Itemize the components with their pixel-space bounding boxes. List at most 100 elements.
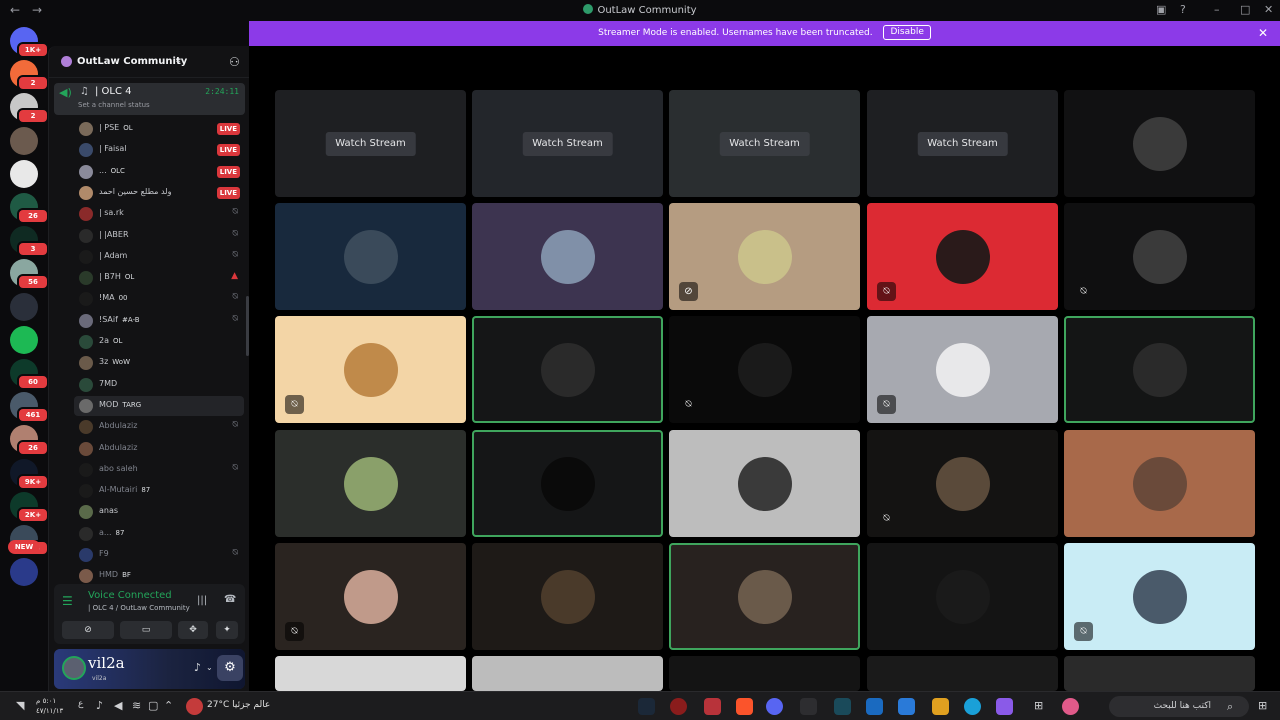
voice-member-row[interactable]: !MA 00 ⍉: [74, 289, 244, 309]
member-avatar[interactable]: [79, 122, 93, 136]
add-member-icon[interactable]: ⚇: [229, 55, 240, 69]
weather-icon[interactable]: [186, 698, 203, 715]
participant-tile[interactable]: ⍉: [867, 203, 1058, 310]
member-name[interactable]: ولد مطلع حسين احمد: [99, 187, 171, 196]
stream-tile[interactable]: Watch Stream: [472, 90, 663, 197]
participant-tile[interactable]: ⍉: [275, 543, 466, 650]
banner-close-icon[interactable]: ✕: [1258, 21, 1268, 46]
member-name[interactable]: Abdulaziz: [99, 421, 137, 430]
participant-tile[interactable]: [472, 430, 663, 537]
member-avatar[interactable]: [79, 356, 93, 371]
server-header[interactable]: OutLaw Community ⌄ ⚇: [49, 46, 250, 78]
participant-tile[interactable]: [275, 203, 466, 310]
chevron-down-icon[interactable]: ⌄: [174, 55, 182, 66]
participant-tile[interactable]: [669, 656, 860, 691]
signal-icon[interactable]: ☰: [62, 594, 73, 608]
app-icon-4[interactable]: [834, 698, 851, 715]
voice-member-row[interactable]: 7MD: [74, 375, 244, 395]
participant-tile[interactable]: ⍉: [669, 316, 860, 423]
member-name[interactable]: 7MD: [99, 379, 117, 388]
member-name[interactable]: | sa.rk: [99, 208, 124, 217]
user-name[interactable]: vil2a: [88, 654, 125, 672]
member-name[interactable]: | PSE OL: [99, 123, 133, 132]
voice-member-row[interactable]: anas: [74, 502, 244, 522]
voice-member-row[interactable]: a... 87: [74, 524, 244, 544]
member-name[interactable]: | |ABER: [99, 230, 129, 239]
server-icon[interactable]: [10, 292, 38, 321]
activities-button[interactable]: ✥: [178, 621, 208, 639]
voice-member-row[interactable]: 2a OL: [74, 332, 244, 352]
voice-channel-row[interactable]: ◀) ♫ | OLC 4 2:24:11 Set a channel statu…: [54, 83, 245, 115]
watch-stream-button[interactable]: Watch Stream: [917, 132, 1008, 156]
member-name[interactable]: !MA 00: [99, 293, 128, 302]
member-name[interactable]: abo saleh: [99, 464, 138, 473]
member-name[interactable]: F9: [99, 549, 109, 558]
participant-tile[interactable]: [1064, 90, 1255, 197]
participant-tile[interactable]: [867, 543, 1058, 650]
member-name[interactable]: 2a OL: [99, 336, 122, 345]
server-icon[interactable]: [10, 325, 38, 354]
wifi-tray-icon[interactable]: ≋: [132, 699, 141, 712]
stream-tile[interactable]: Watch Stream: [669, 90, 860, 197]
member-name[interactable]: anas: [99, 506, 118, 515]
voice-connected-label[interactable]: Voice Connected: [88, 590, 172, 601]
voice-member-row[interactable]: Abdulaziz: [74, 439, 244, 459]
member-avatar[interactable]: [79, 207, 93, 222]
explorer-app-icon[interactable]: [932, 698, 949, 715]
settings-gear-icon[interactable]: ⚙: [217, 655, 243, 681]
member-name[interactable]: 3z WoW: [99, 357, 130, 366]
voice-channel-name[interactable]: | OLC 4: [95, 86, 132, 97]
edge-app-icon[interactable]: [964, 698, 981, 715]
mic-chevron-icon[interactable]: ⌄: [206, 663, 213, 672]
screen-share-button[interactable]: ▭: [120, 621, 172, 639]
member-name[interactable]: HMD BF: [99, 570, 131, 579]
start-button[interactable]: ⊞: [1258, 699, 1267, 712]
participant-tile[interactable]: [669, 543, 860, 650]
participant-tile[interactable]: [275, 656, 466, 691]
member-name[interactable]: | Faisal: [99, 144, 127, 153]
participant-tile[interactable]: ⍉: [1064, 203, 1255, 310]
member-avatar[interactable]: [79, 271, 93, 286]
participant-tile[interactable]: [472, 316, 663, 423]
weather-text[interactable]: 27°C عالم جزئيا: [207, 700, 270, 710]
display-tray-icon[interactable]: ▢: [148, 699, 158, 712]
voice-member-row[interactable]: 3z WoW: [74, 353, 244, 373]
member-avatar[interactable]: [79, 548, 93, 562]
voice-member-row[interactable]: Abdulaziz ⍉: [74, 417, 244, 437]
participant-tile[interactable]: [1064, 316, 1255, 423]
participant-tile[interactable]: [472, 656, 663, 691]
discord-app-icon[interactable]: [766, 698, 783, 715]
watch-stream-button[interactable]: Watch Stream: [719, 132, 810, 156]
voice-member-row[interactable]: | |ABER ⍉: [74, 226, 244, 246]
participant-tile[interactable]: [472, 203, 663, 310]
member-avatar[interactable]: [79, 164, 93, 179]
member-name[interactable]: | B7H OL: [99, 272, 134, 281]
voice-member-row[interactable]: F9 ⍉: [74, 545, 244, 565]
participant-tile[interactable]: ⍉: [275, 316, 466, 423]
taskbar-search[interactable]: اكتب هنا للبحث ⌕: [1109, 696, 1249, 717]
app-icon-1[interactable]: [670, 698, 687, 715]
member-avatar[interactable]: [79, 441, 93, 456]
member-name[interactable]: Abdulaziz: [99, 443, 137, 452]
stream-tile[interactable]: Watch Stream: [867, 90, 1058, 197]
voice-member-row[interactable]: ولد مطلع حسين احمد LIVE: [74, 183, 244, 203]
member-name[interactable]: a... 87: [99, 528, 124, 537]
voice-member-row[interactable]: Al-Mutairi 87: [74, 481, 244, 501]
member-avatar[interactable]: [79, 569, 93, 584]
network-icon[interactable]: ◥: [16, 699, 24, 712]
copilot-app-icon[interactable]: [996, 698, 1013, 715]
member-avatar[interactable]: [79, 143, 93, 158]
stream-tile[interactable]: Watch Stream: [275, 90, 466, 197]
member-avatar[interactable]: [79, 185, 93, 200]
member-avatar[interactable]: [79, 377, 93, 392]
member-avatar[interactable]: [79, 420, 93, 435]
minimize-icon[interactable]: –: [1214, 3, 1220, 16]
maximize-icon[interactable]: □: [1240, 3, 1250, 16]
member-avatar[interactable]: [79, 228, 93, 243]
voice-member-row[interactable]: | Adam ⍉: [74, 247, 244, 267]
member-name[interactable]: !SAif #A-B: [99, 315, 140, 324]
noise-suppression-icon[interactable]: |||: [197, 595, 207, 606]
participant-tile[interactable]: [1064, 656, 1255, 691]
mic-tray-icon[interactable]: ♪: [96, 699, 103, 712]
participant-tile[interactable]: [275, 430, 466, 537]
